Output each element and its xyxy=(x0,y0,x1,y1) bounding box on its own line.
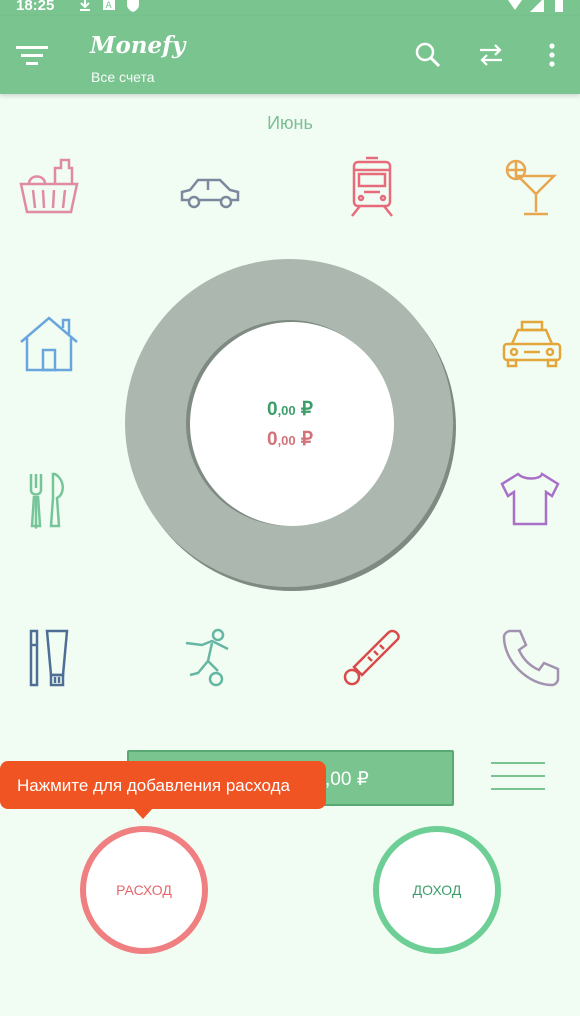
train-icon[interactable] xyxy=(340,156,404,220)
month-label[interactable]: Июнь xyxy=(0,113,580,134)
filter-menu-icon[interactable] xyxy=(16,42,50,70)
house-icon[interactable] xyxy=(17,312,81,376)
transfer-icon[interactable] xyxy=(476,40,506,70)
wifi-icon xyxy=(508,0,522,10)
tshirt-icon[interactable] xyxy=(498,468,562,532)
svg-text:A: A xyxy=(106,1,113,11)
cutlery-icon[interactable] xyxy=(17,468,81,532)
tooltip-arrow xyxy=(133,808,153,819)
basket-icon[interactable] xyxy=(17,156,81,220)
app-title: Monefy xyxy=(90,32,186,59)
add-expense-tooltip[interactable]: Нажмите для добавления расхода xyxy=(0,761,326,819)
search-icon[interactable] xyxy=(413,40,443,70)
add-income-button[interactable]: ДОХОД xyxy=(373,826,501,954)
cocktail-icon[interactable] xyxy=(500,156,564,220)
taxi-icon[interactable] xyxy=(500,314,564,378)
phone-icon[interactable] xyxy=(500,625,564,689)
soccer-icon[interactable] xyxy=(178,625,242,689)
battery-icon xyxy=(555,0,563,12)
expense-button-label: РАСХОД xyxy=(116,882,172,898)
expense-total: 0,00 ₽ xyxy=(266,429,314,450)
signal-icon xyxy=(530,0,544,12)
transactions-list-icon[interactable] xyxy=(491,762,545,796)
donut-hole xyxy=(190,322,394,526)
shield-icon xyxy=(127,0,139,12)
account-subtitle[interactable]: Все счета xyxy=(91,69,155,85)
income-total: 0,00 ₽ xyxy=(266,399,314,420)
income-button-label: ДОХОД xyxy=(412,882,462,898)
car-icon[interactable] xyxy=(178,160,242,224)
tooltip-text: Нажмите для добавления расхода xyxy=(17,776,291,795)
status-time: 18:25 xyxy=(16,0,55,14)
download-icon xyxy=(80,0,90,11)
add-expense-button[interactable]: РАСХОД xyxy=(80,826,208,954)
app-bar: Monefy Все счета xyxy=(0,16,580,94)
balance-amount: ,00 ₽ xyxy=(325,769,369,790)
app-notification-icon: A xyxy=(103,0,115,11)
more-vert-icon[interactable] xyxy=(537,40,567,70)
thermometer-icon[interactable] xyxy=(340,625,404,689)
status-bar: 18:25 A xyxy=(0,0,580,16)
toiletry-icon[interactable] xyxy=(17,625,81,689)
expense-donut-chart[interactable] xyxy=(122,257,458,593)
